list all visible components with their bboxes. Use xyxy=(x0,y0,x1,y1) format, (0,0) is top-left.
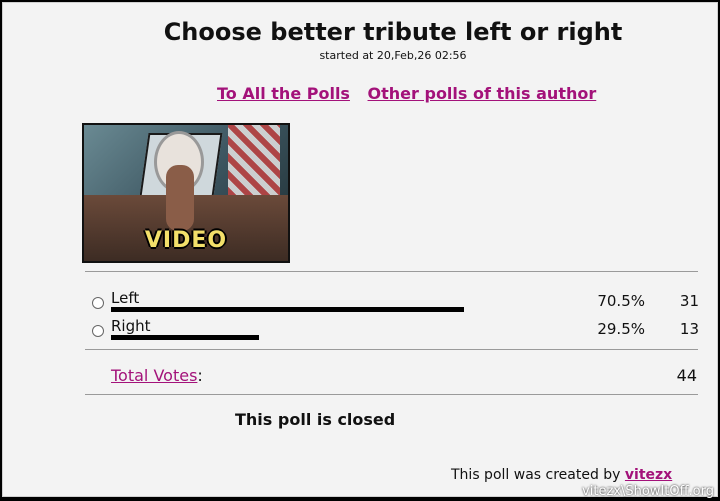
option-percent: 29.5% xyxy=(597,320,645,338)
divider xyxy=(85,271,698,272)
option-label: Left xyxy=(111,289,140,307)
poll-page: Choose better tribute left or right star… xyxy=(2,2,718,497)
option-label: Right xyxy=(111,317,151,335)
video-label: VIDEO xyxy=(144,228,228,253)
result-bar xyxy=(111,307,464,312)
result-bar xyxy=(111,335,259,340)
video-thumbnail[interactable]: VIDEO xyxy=(82,123,290,263)
divider xyxy=(85,349,698,350)
site-watermark: vitezx\ShowItOff.org xyxy=(582,484,714,499)
total-votes-colon: : xyxy=(197,366,203,385)
total-votes: Total Votes: xyxy=(111,366,203,385)
option-left-radio[interactable] xyxy=(92,297,104,309)
total-votes-value: 44 xyxy=(676,366,697,385)
creator-prefix: This poll was created by xyxy=(451,467,621,483)
all-polls-link[interactable]: To All the Polls xyxy=(217,84,350,103)
poll-start-date: started at 20,Feb,26 02:56 xyxy=(319,49,467,62)
poll-status: This poll is closed xyxy=(235,410,396,429)
option-right-radio[interactable] xyxy=(92,325,104,337)
poll-creator: This poll was created by vitezx xyxy=(451,467,672,483)
divider xyxy=(85,394,698,395)
author-polls-link[interactable]: Other polls of this author xyxy=(368,84,597,103)
poll-option-right: Right 29.5% 13 xyxy=(89,317,701,348)
option-count: 13 xyxy=(679,320,699,338)
total-votes-link[interactable]: Total Votes xyxy=(111,366,197,385)
option-percent: 70.5% xyxy=(597,292,645,310)
creator-link[interactable]: vitezx xyxy=(625,467,672,483)
poll-title: Choose better tribute left or right xyxy=(163,18,623,46)
poll-navigation: To All the Polls Other polls of this aut… xyxy=(217,84,608,103)
poll-option-left: Left 70.5% 31 xyxy=(89,289,701,320)
option-count: 31 xyxy=(679,292,699,310)
